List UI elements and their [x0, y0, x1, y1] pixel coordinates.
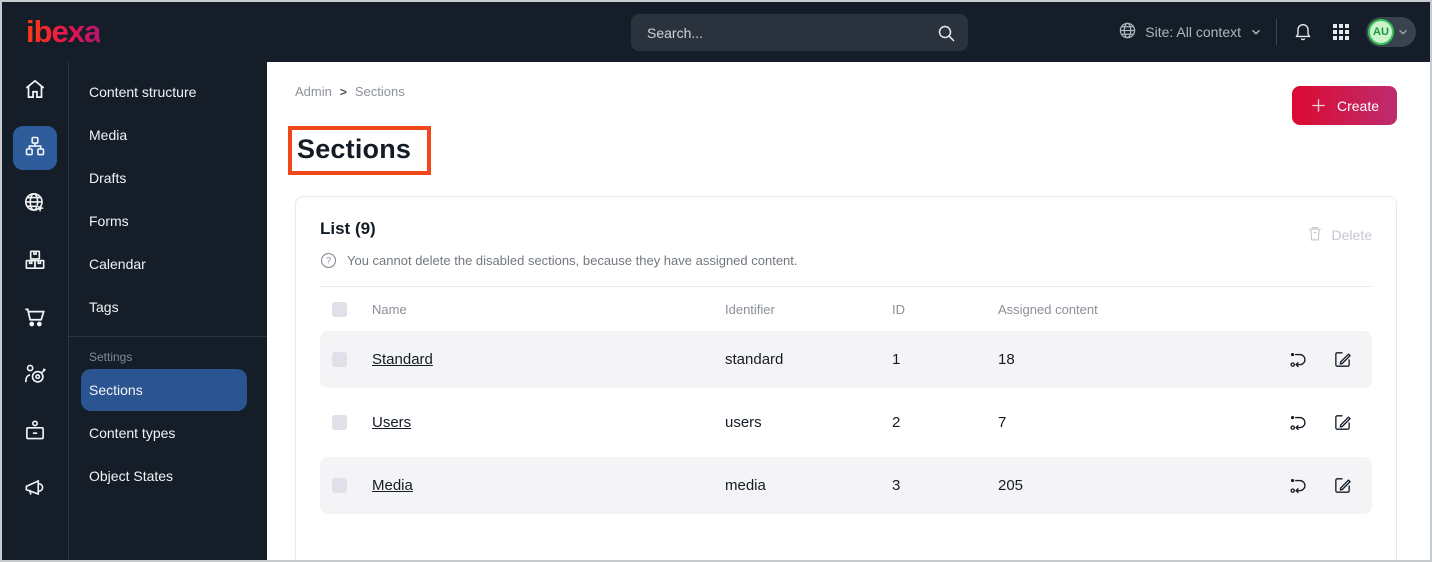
- assign-content-icon[interactable]: [1288, 476, 1307, 495]
- rail-item-personalization[interactable]: [13, 354, 57, 398]
- topbar-right: Site: All context AU: [1118, 17, 1416, 47]
- row-checkbox[interactable]: [332, 478, 347, 493]
- column-identifier: Identifier: [725, 301, 775, 317]
- avatar: AU: [1368, 19, 1394, 45]
- globe-cursor-icon: [22, 190, 48, 221]
- edit-icon[interactable]: [1333, 350, 1352, 369]
- chevron-down-icon: [1249, 25, 1263, 39]
- breadcrumb-admin[interactable]: Admin: [295, 84, 332, 99]
- section-id: 3: [892, 477, 901, 494]
- menu-item-content-structure[interactable]: Content structure: [69, 70, 267, 113]
- edit-icon[interactable]: [1333, 413, 1352, 432]
- cart-icon: [22, 304, 48, 335]
- menu-item-content-types[interactable]: Content types: [69, 411, 267, 454]
- row-actions: [1288, 413, 1372, 432]
- section-identifier: standard: [725, 351, 784, 368]
- breadcrumb-separator: >: [339, 84, 347, 99]
- assign-content-icon[interactable]: [1288, 350, 1307, 369]
- globe-icon: [1118, 21, 1137, 43]
- rail-item-commerce[interactable]: [13, 297, 57, 341]
- section-name-link[interactable]: Media: [372, 477, 725, 494]
- packages-icon: [22, 247, 48, 278]
- row-checkbox[interactable]: [332, 352, 347, 367]
- menu-item-tags[interactable]: Tags: [69, 285, 267, 328]
- home-icon: [22, 76, 48, 107]
- list-info-text: You cannot delete the disabled sections,…: [347, 253, 798, 268]
- row-actions: [1288, 350, 1372, 369]
- rail-item-campaigns[interactable]: [13, 468, 57, 512]
- table-row: Media media 3 205: [320, 457, 1372, 514]
- create-button[interactable]: Create: [1291, 86, 1397, 125]
- section-identifier: users: [725, 414, 762, 431]
- menu-group-settings: Settings: [89, 350, 133, 364]
- delete-button-label: Delete: [1331, 227, 1372, 243]
- chevron-down-icon: [1396, 25, 1410, 39]
- topbar: ibexa Site: All context: [2, 2, 1430, 62]
- personalization-icon: [22, 361, 48, 392]
- section-name-link[interactable]: Standard: [372, 351, 725, 368]
- topbar-divider: [1276, 19, 1277, 45]
- question-circle-icon: ?: [320, 252, 337, 269]
- megaphone-icon: [22, 475, 48, 506]
- ibexa-logo[interactable]: ibexa: [26, 14, 101, 50]
- icon-rail: [2, 62, 69, 560]
- sections-list-card: List (9) ? You cannot delete the disable…: [295, 196, 1397, 560]
- rail-item-site[interactable]: [13, 183, 57, 227]
- select-all-checkbox[interactable]: [332, 301, 347, 317]
- breadcrumb: Admin > Sections: [267, 62, 1430, 99]
- column-name: Name: [372, 301, 407, 317]
- page-title: Sections: [297, 134, 412, 164]
- menu-item-drafts[interactable]: Drafts: [69, 156, 267, 199]
- section-assigned-count: 18: [998, 351, 1015, 368]
- main-content: Admin > Sections Create Sections List (9…: [267, 62, 1430, 560]
- rail-item-corporate[interactable]: [13, 411, 57, 455]
- row-checkbox[interactable]: [332, 415, 347, 430]
- assign-content-icon[interactable]: [1288, 413, 1307, 432]
- column-assigned-content: Assigned content: [998, 301, 1098, 317]
- menu-item-forms[interactable]: Forms: [69, 199, 267, 242]
- section-assigned-count: 7: [998, 414, 1007, 431]
- edit-icon[interactable]: [1333, 476, 1352, 495]
- section-id: 2: [892, 414, 901, 431]
- search-icon[interactable]: [936, 23, 956, 43]
- list-info: ? You cannot delete the disabled section…: [320, 252, 1372, 269]
- section-id: 1: [892, 351, 901, 368]
- svg-text:?: ?: [326, 256, 331, 266]
- row-actions: [1288, 476, 1372, 495]
- column-id: ID: [892, 301, 905, 317]
- table-header-row: Name Identifier ID Assigned content: [320, 287, 1372, 331]
- section-identifier: media: [725, 477, 766, 494]
- site-context-label: Site: All context: [1145, 24, 1241, 40]
- menu-item-media[interactable]: Media: [69, 113, 267, 156]
- section-assigned-count: 205: [998, 477, 1024, 494]
- global-search[interactable]: [631, 14, 968, 51]
- list-title: List (9): [320, 219, 376, 238]
- table-row: Users users 2 7: [320, 394, 1372, 451]
- bell-icon[interactable]: [1290, 19, 1316, 45]
- app-grid-icon[interactable]: [1329, 20, 1353, 44]
- app-window: ibexa Site: All context: [0, 0, 1432, 562]
- search-input[interactable]: [647, 24, 936, 41]
- menu-item-calendar[interactable]: Calendar: [69, 242, 267, 285]
- user-menu[interactable]: AU: [1366, 17, 1416, 47]
- delete-button[interactable]: Delete: [1307, 225, 1372, 245]
- breadcrumb-sections[interactable]: Sections: [355, 84, 405, 99]
- rail-item-products[interactable]: [13, 240, 57, 284]
- table-row: Standard standard 1 18: [320, 331, 1372, 388]
- rail-item-dashboard[interactable]: [13, 69, 57, 113]
- site-context-switcher[interactable]: Site: All context: [1118, 21, 1263, 43]
- page-title-highlight: Sections: [288, 126, 432, 175]
- create-button-label: Create: [1336, 97, 1379, 114]
- section-name-link[interactable]: Users: [372, 414, 725, 431]
- menu-item-sections[interactable]: Sections: [81, 369, 247, 411]
- plus-icon: [1310, 97, 1327, 114]
- sitemap-icon: [23, 134, 47, 163]
- rail-item-content[interactable]: [13, 126, 57, 170]
- badge-icon: [22, 418, 48, 449]
- app-body: Content structure Media Drafts Forms Cal…: [2, 62, 1430, 560]
- trash-icon: [1307, 225, 1323, 245]
- menu-panel: Content structure Media Drafts Forms Cal…: [69, 62, 267, 560]
- menu-item-object-states[interactable]: Object States: [69, 454, 267, 497]
